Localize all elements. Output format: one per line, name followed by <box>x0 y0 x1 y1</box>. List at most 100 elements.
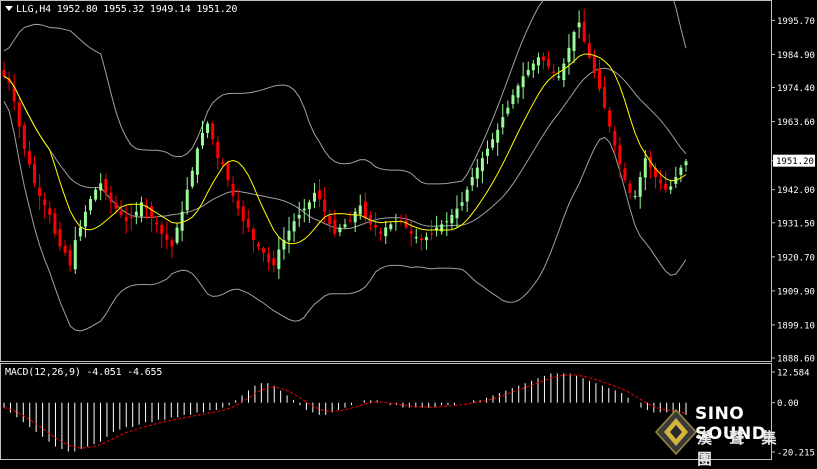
candle-body <box>460 202 464 206</box>
candle-body <box>501 117 505 128</box>
candle-body <box>379 231 383 234</box>
candle-body <box>679 167 683 175</box>
macd-header: MACD(12,26,9) -4.051 -4.655 <box>5 367 162 378</box>
candle-body <box>618 145 622 165</box>
candle-body <box>33 163 37 184</box>
candle-body <box>160 224 164 234</box>
candle-body <box>99 183 103 191</box>
candle-body <box>643 158 647 178</box>
candle-body <box>318 190 322 200</box>
candle-body <box>562 63 566 81</box>
candle-body <box>435 227 439 230</box>
candle-body <box>404 220 408 228</box>
candle-body <box>48 208 52 215</box>
candle-body <box>475 167 479 179</box>
candle-body <box>374 225 378 228</box>
macd-label: MACD(12,26,9) -4.051 -4.655 <box>5 367 163 378</box>
price-tick-label: 1984.90 <box>777 51 815 61</box>
candle-body <box>608 110 612 127</box>
candle-body <box>297 214 301 219</box>
candlestick-series <box>2 8 688 279</box>
price-tick-label: 1974.40 <box>777 84 815 94</box>
candle-body <box>628 183 632 193</box>
candle-body <box>262 248 266 253</box>
price-tick-label: 1995.70 <box>777 17 815 27</box>
current-price-label: 1951.20 <box>776 157 814 167</box>
candle-body <box>328 215 332 225</box>
candle-body <box>267 253 271 263</box>
candle-body <box>526 69 530 76</box>
candle-body <box>78 227 82 237</box>
candle-body <box>470 177 474 186</box>
candle-body <box>613 130 617 146</box>
candle-body <box>83 211 87 227</box>
candle-body <box>2 69 6 77</box>
price-tick-label: 1909.90 <box>777 287 815 297</box>
candle-body <box>567 47 571 62</box>
candle-body <box>251 228 255 241</box>
candle-body <box>190 170 194 187</box>
trading-chart-window[interactable]: 1995.70 1984.90 1974.40 1963.60 1942.00 1931.… <box>0 0 817 468</box>
price-axis: 1995.70 1984.90 1974.40 1963.60 1942.00 1931.… <box>771 17 815 365</box>
candle-body <box>419 238 423 241</box>
candle-body <box>68 250 72 266</box>
candle-body <box>353 211 357 223</box>
candle-body <box>200 132 204 146</box>
candle-body <box>150 206 154 219</box>
candle-body <box>53 213 57 234</box>
candle-body <box>669 186 673 190</box>
candle-body <box>114 202 118 209</box>
candle-body <box>496 129 500 143</box>
candle-body <box>424 236 428 241</box>
candle-body <box>287 230 291 241</box>
candle-body <box>664 183 668 190</box>
candle-body <box>175 227 179 243</box>
candle-body <box>272 258 276 266</box>
candle-body <box>206 123 210 133</box>
candle-body <box>236 200 240 209</box>
candle-body <box>22 125 26 149</box>
ma-line <box>3 53 687 245</box>
candle-body <box>73 240 77 270</box>
candle-body <box>597 68 601 89</box>
candle-body <box>414 236 418 239</box>
candle-body <box>302 208 306 211</box>
candle-body <box>292 221 296 232</box>
candle-body <box>358 205 362 215</box>
candle-body <box>180 211 184 231</box>
bollinger-middle-line <box>3 67 687 230</box>
candle-body <box>195 148 199 175</box>
price-tick-label: 1899.10 <box>777 321 815 331</box>
candle-body <box>684 161 688 166</box>
candle-body <box>557 76 561 78</box>
candle-body <box>491 139 495 148</box>
candle-body <box>312 192 316 202</box>
candle-body <box>572 32 576 51</box>
price-tick-label: 1920.70 <box>777 253 815 263</box>
candle-body <box>516 85 520 98</box>
candle-body <box>338 227 342 233</box>
chart-canvas[interactable]: 1995.70 1984.90 1974.40 1963.60 1942.00 1931.… <box>0 0 817 461</box>
candle-body <box>27 151 31 165</box>
candle-body <box>109 192 113 203</box>
candle-body <box>582 21 586 42</box>
candle-body <box>38 187 42 196</box>
candle-body <box>541 56 545 61</box>
price-tick-label: 1963.60 <box>777 118 815 128</box>
candle-body <box>343 224 347 228</box>
candle-body <box>43 199 47 206</box>
candle-body <box>185 189 189 211</box>
candle-body <box>211 123 215 140</box>
caret-down-icon[interactable] <box>5 6 13 11</box>
candle-body <box>638 177 642 197</box>
candle-body <box>587 43 591 58</box>
candle-body <box>307 202 311 210</box>
macd-histogram <box>3 373 687 452</box>
candle-body <box>170 240 174 247</box>
candle-body <box>603 87 607 108</box>
candle-body <box>63 245 67 253</box>
candle-body <box>389 224 393 230</box>
candle-body <box>216 141 220 159</box>
candle-body <box>165 234 169 241</box>
candle-body <box>445 221 449 223</box>
